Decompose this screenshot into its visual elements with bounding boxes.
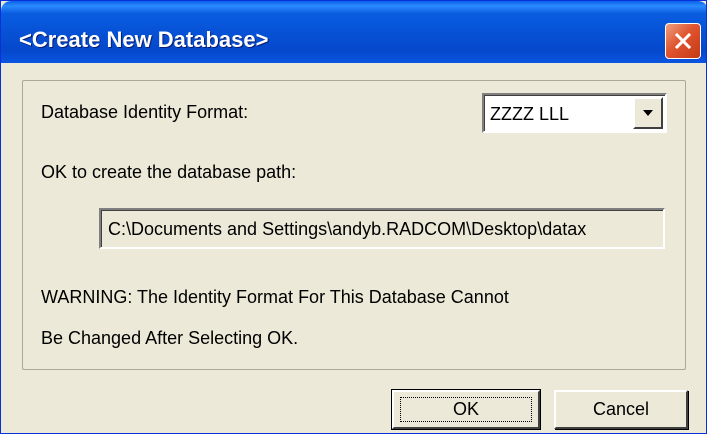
- identity-format-value: ZZZZ LLL: [490, 104, 570, 124]
- path-label: OK to create the database path:: [41, 162, 297, 182]
- chevron-down-icon: [643, 110, 653, 116]
- focus-rectangle: [400, 397, 532, 422]
- warning-text-line1: WARNING: The Identity Format For This Da…: [41, 287, 509, 307]
- identity-format-dropdown[interactable]: ZZZZ LLL: [482, 93, 667, 133]
- cancel-button[interactable]: Cancel: [554, 390, 688, 429]
- dropdown-arrow-button[interactable]: [633, 97, 663, 129]
- identity-format-label: Database Identity Format:: [41, 102, 249, 122]
- close-button[interactable]: [665, 23, 701, 59]
- title-bar[interactable]: <Create New Database>: [1, 1, 706, 63]
- window-title: <Create New Database>: [19, 27, 269, 52]
- ok-button[interactable]: OK: [391, 389, 541, 430]
- close-icon: [674, 32, 692, 50]
- dialog-window: <Create New Database> Database Identity …: [0, 0, 707, 434]
- warning-text-line2: Be Changed After Selecting OK.: [41, 328, 299, 348]
- database-path-value: C:\Documents and Settings\andyb.RADCOM\D…: [108, 219, 587, 239]
- cancel-button-label: Cancel: [592, 399, 650, 419]
- database-path-field: C:\Documents and Settings\andyb.RADCOM\D…: [99, 208, 665, 249]
